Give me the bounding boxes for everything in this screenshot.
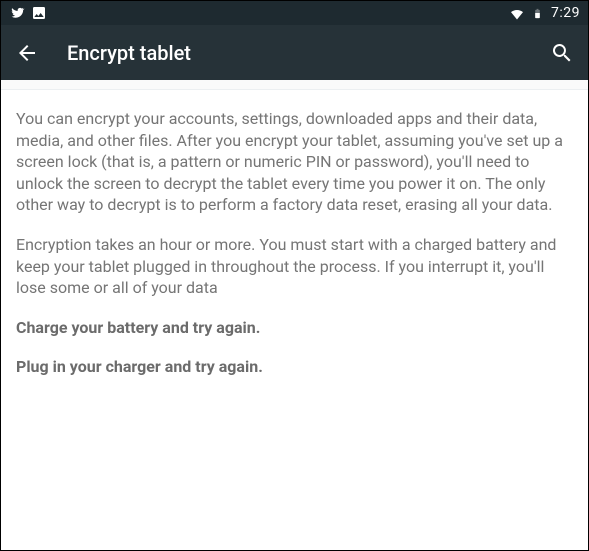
warning-charge-battery: Charge your battery and try again.	[16, 317, 573, 339]
status-left	[9, 5, 47, 21]
description-paragraph-2: Encryption takes an hour or more. You mu…	[16, 234, 573, 299]
status-right: 7:29	[509, 5, 580, 21]
twitter-icon	[9, 5, 25, 21]
status-bar: 7:29	[1, 1, 588, 25]
content-area: You can encrypt your accounts, settings,…	[1, 90, 588, 378]
subheader-divider	[1, 80, 588, 90]
page-title: Encrypt tablet	[67, 41, 550, 65]
description-paragraph-1: You can encrypt your accounts, settings,…	[16, 108, 573, 216]
app-toolbar: Encrypt tablet	[1, 25, 588, 80]
image-icon	[31, 5, 47, 21]
battery-icon	[529, 5, 545, 21]
clock: 7:29	[551, 5, 580, 21]
search-icon[interactable]	[550, 41, 574, 65]
back-arrow-icon[interactable]	[15, 41, 39, 65]
warning-plug-charger: Plug in your charger and try again.	[16, 356, 573, 378]
wifi-icon	[509, 5, 525, 21]
